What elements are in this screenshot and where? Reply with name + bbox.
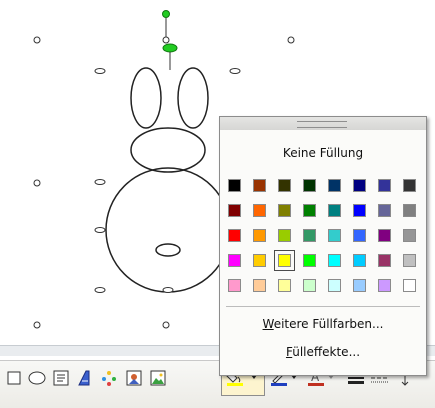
color-swatch[interactable]	[328, 254, 341, 267]
color-swatch[interactable]	[403, 179, 416, 192]
color-swatch[interactable]	[328, 279, 341, 292]
color-swatch[interactable]	[303, 254, 316, 267]
color-swatch[interactable]	[353, 179, 366, 192]
color-swatch[interactable]	[228, 229, 241, 242]
color-swatch[interactable]	[303, 279, 316, 292]
color-swatch[interactable]	[353, 204, 366, 217]
textbox-icon[interactable]	[50, 367, 72, 389]
color-swatch[interactable]	[403, 204, 416, 217]
left-ear-shape[interactable]	[130, 67, 162, 129]
color-swatch[interactable]	[378, 179, 391, 192]
color-swatch[interactable]	[403, 279, 416, 292]
color-swatch[interactable]	[228, 254, 241, 267]
color-swatch[interactable]	[278, 204, 291, 217]
diagram-icon[interactable]	[98, 367, 120, 389]
color-swatch[interactable]	[228, 204, 241, 217]
color-swatch[interactable]	[403, 254, 416, 267]
color-swatch[interactable]	[353, 254, 366, 267]
color-swatch[interactable]	[328, 229, 341, 242]
color-swatch[interactable]	[353, 229, 366, 242]
color-swatch[interactable]	[328, 204, 341, 217]
palette-separator	[226, 306, 420, 307]
color-swatch[interactable]	[253, 179, 266, 192]
color-swatch[interactable]	[303, 179, 316, 192]
color-swatch[interactable]	[353, 279, 366, 292]
more-fill-colors-option[interactable]: Weitere Füllfarben...	[220, 317, 426, 331]
fill-effects-option[interactable]: Fülleffekte...	[220, 345, 426, 359]
rectangle-icon[interactable]	[4, 367, 26, 389]
color-swatch[interactable]	[378, 204, 391, 217]
color-swatch[interactable]	[328, 179, 341, 192]
tail-shape[interactable]	[155, 243, 181, 257]
rotation-handle[interactable]	[162, 10, 170, 18]
color-swatch[interactable]	[278, 229, 291, 242]
oval-icon[interactable]	[26, 367, 48, 389]
color-swatch[interactable]	[378, 254, 391, 267]
head-shape[interactable]	[130, 127, 206, 173]
right-ear-shape[interactable]	[177, 67, 209, 129]
palette-drag-grip[interactable]	[220, 117, 426, 130]
color-swatch[interactable]	[253, 254, 266, 267]
color-swatch[interactable]	[278, 179, 291, 192]
color-swatch[interactable]	[253, 229, 266, 242]
color-swatch[interactable]	[303, 204, 316, 217]
color-swatch[interactable]	[278, 254, 291, 267]
fill-effects-label: ülleffekte...	[292, 345, 361, 359]
color-swatch[interactable]	[403, 229, 416, 242]
color-swatch[interactable]	[278, 279, 291, 292]
more-fill-colors-label: eitere Füllfarben...	[273, 317, 384, 331]
color-swatch[interactable]	[303, 229, 316, 242]
wordart-icon[interactable]	[74, 367, 96, 389]
more-fill-colors-accelerator: W	[262, 317, 274, 331]
color-swatch[interactable]	[378, 229, 391, 242]
fill-color-palette: Keine Füllung Weitere Füllfarben... Füll…	[219, 116, 427, 376]
body-shape[interactable]	[105, 167, 231, 293]
color-swatch[interactable]	[378, 279, 391, 292]
color-swatch[interactable]	[253, 279, 266, 292]
clipart-icon[interactable]	[123, 367, 145, 389]
picture-icon[interactable]	[147, 367, 169, 389]
no-fill-option[interactable]: Keine Füllung	[220, 146, 426, 160]
color-swatch[interactable]	[228, 279, 241, 292]
color-swatch[interactable]	[228, 179, 241, 192]
color-swatch[interactable]	[253, 204, 266, 217]
